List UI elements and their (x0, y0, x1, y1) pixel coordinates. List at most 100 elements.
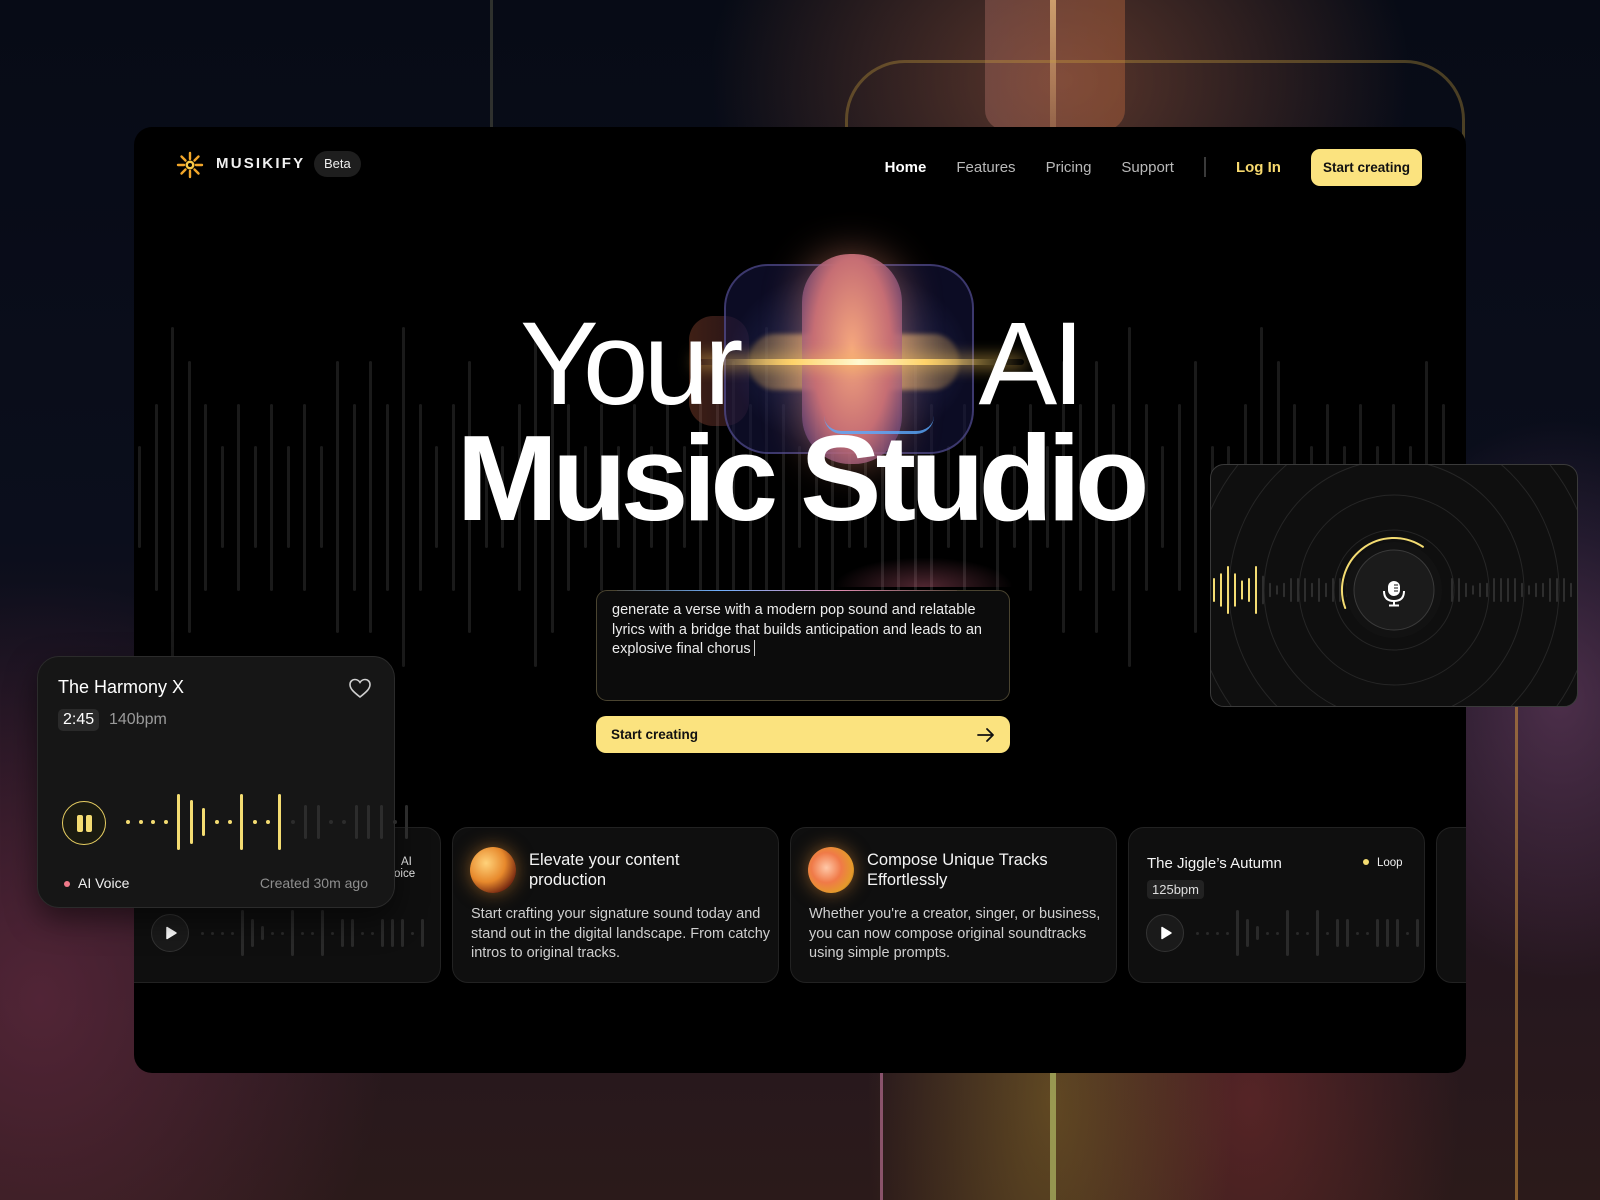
wave-bar (1304, 578, 1306, 602)
wave-bar (1283, 582, 1285, 598)
wave-bar (1356, 931, 1359, 935)
player-waveform[interactable] (118, 792, 409, 852)
wave-bar (253, 820, 257, 824)
wave-bar (281, 931, 284, 935)
track-title: The Jiggle’s Autumn (1147, 855, 1282, 872)
feature-description: Start crafting your signature sound toda… (471, 906, 771, 961)
pause-icon (77, 815, 83, 832)
background-streak (1050, 1072, 1056, 1200)
wave-bar (1196, 931, 1199, 935)
wave-bar (291, 910, 294, 956)
wave-bar (1339, 578, 1341, 602)
prompt-glow (834, 557, 1014, 587)
wave-bar (1563, 578, 1565, 602)
brand-name: MUSIKIFY (216, 155, 306, 172)
wave-bar (1213, 578, 1215, 602)
wave-bar (329, 820, 334, 824)
sunburst-icon (176, 151, 204, 179)
wave-bar (221, 931, 224, 935)
wave-bar (1535, 582, 1537, 598)
wave-bar (401, 919, 404, 947)
login-link[interactable]: Log In (1236, 159, 1281, 176)
nav-pricing[interactable]: Pricing (1046, 159, 1092, 176)
wave-bar (301, 931, 304, 935)
wave-bar (1386, 919, 1389, 947)
wave-bar (1226, 931, 1229, 935)
tag-label: AI Voice (78, 875, 130, 891)
wave-bar (331, 931, 334, 935)
wave-bar (1396, 919, 1399, 947)
wave-bar (189, 799, 193, 845)
nav-features[interactable]: Features (956, 159, 1015, 176)
play-icon (1161, 926, 1172, 940)
feature-card-elevate: Elevate your content production Start cr… (452, 827, 779, 983)
wave-bar (367, 805, 371, 839)
nav-home[interactable]: Home (885, 159, 927, 176)
wave-bar (251, 919, 254, 947)
wave-bar (1549, 578, 1551, 602)
hero-title-line1: Your AI (134, 305, 1466, 423)
top-nav: MUSIKIFY Beta Home Features Pricing Supp… (134, 127, 1466, 207)
wave-bar (126, 820, 130, 824)
wave-bar (1262, 575, 1264, 605)
wave-bar (1297, 578, 1299, 602)
feature-title: Elevate your content production (529, 851, 680, 889)
start-creating-label: Start creating (611, 727, 699, 742)
wave-bar (1406, 931, 1409, 935)
wave-bar (1306, 931, 1309, 935)
wave-bar (1336, 919, 1339, 947)
loop-tag: Loop (1363, 857, 1403, 869)
wave-bar (341, 919, 344, 947)
wave-bar (138, 820, 143, 824)
wave-bar (1266, 931, 1269, 935)
wave-bar (354, 805, 358, 839)
background-streak (1515, 700, 1518, 1200)
wave-bar (1220, 573, 1222, 607)
wave-bar (321, 910, 324, 956)
wave-bar (278, 794, 282, 850)
wave-bar (164, 820, 169, 824)
start-creating-nav-button[interactable]: Start creating (1310, 148, 1422, 186)
wave-bar (201, 931, 204, 935)
voice-record-widget (1210, 464, 1578, 707)
wave-bar (1255, 566, 1257, 614)
feature-description: Whether you're a creator, singer, or bus… (809, 906, 1101, 961)
wave-bar (176, 794, 180, 850)
wave-bar (1376, 919, 1379, 947)
wave-bar (303, 805, 307, 839)
wave-bar (1326, 931, 1329, 935)
track-card-jiggle[interactable]: The Jiggle’s Autumn Loop 125bpm (1128, 827, 1425, 983)
now-playing-card: The Harmony X 2:45 140bpm AI Voice Creat… (37, 656, 409, 908)
wave-bar (1325, 582, 1327, 598)
wave-bar (421, 919, 424, 947)
wave-bar (1542, 582, 1544, 598)
wave-bar (1451, 578, 1453, 602)
track-waveform (201, 908, 426, 958)
start-creating-button[interactable]: Start creating (596, 716, 1010, 753)
nav-support[interactable]: Support (1121, 159, 1174, 176)
bpm-label: 140bpm (109, 711, 167, 728)
wave-bar (1227, 566, 1229, 614)
wave-bar (391, 919, 394, 947)
track-waveform (1196, 908, 1424, 958)
feature-title: Compose Unique Tracks Effortlessly (867, 851, 1048, 889)
nav-divider (1203, 157, 1206, 177)
nav-links: Home Features Pricing Support Log In Sta… (885, 127, 1466, 207)
wave-bar (261, 926, 264, 940)
prompt-input[interactable]: generate a verse with a modern pop sound… (596, 590, 1010, 701)
wave-bar (1234, 573, 1236, 607)
play-button[interactable] (151, 914, 189, 952)
beta-badge: Beta (314, 151, 361, 177)
wave-bar (1332, 578, 1334, 602)
wave-bar (392, 820, 397, 824)
prompt-text: generate a verse with a modern pop sound… (612, 602, 982, 657)
track-card-partial[interactable] (1436, 827, 1466, 983)
pause-button[interactable] (62, 801, 106, 845)
background-streak (490, 0, 493, 130)
wave-bar (1366, 931, 1369, 935)
wave-bar (316, 805, 320, 839)
heart-icon[interactable] (348, 677, 372, 699)
play-button[interactable] (1146, 914, 1184, 952)
wave-bar (1458, 578, 1460, 602)
arrow-right-icon (977, 728, 994, 742)
